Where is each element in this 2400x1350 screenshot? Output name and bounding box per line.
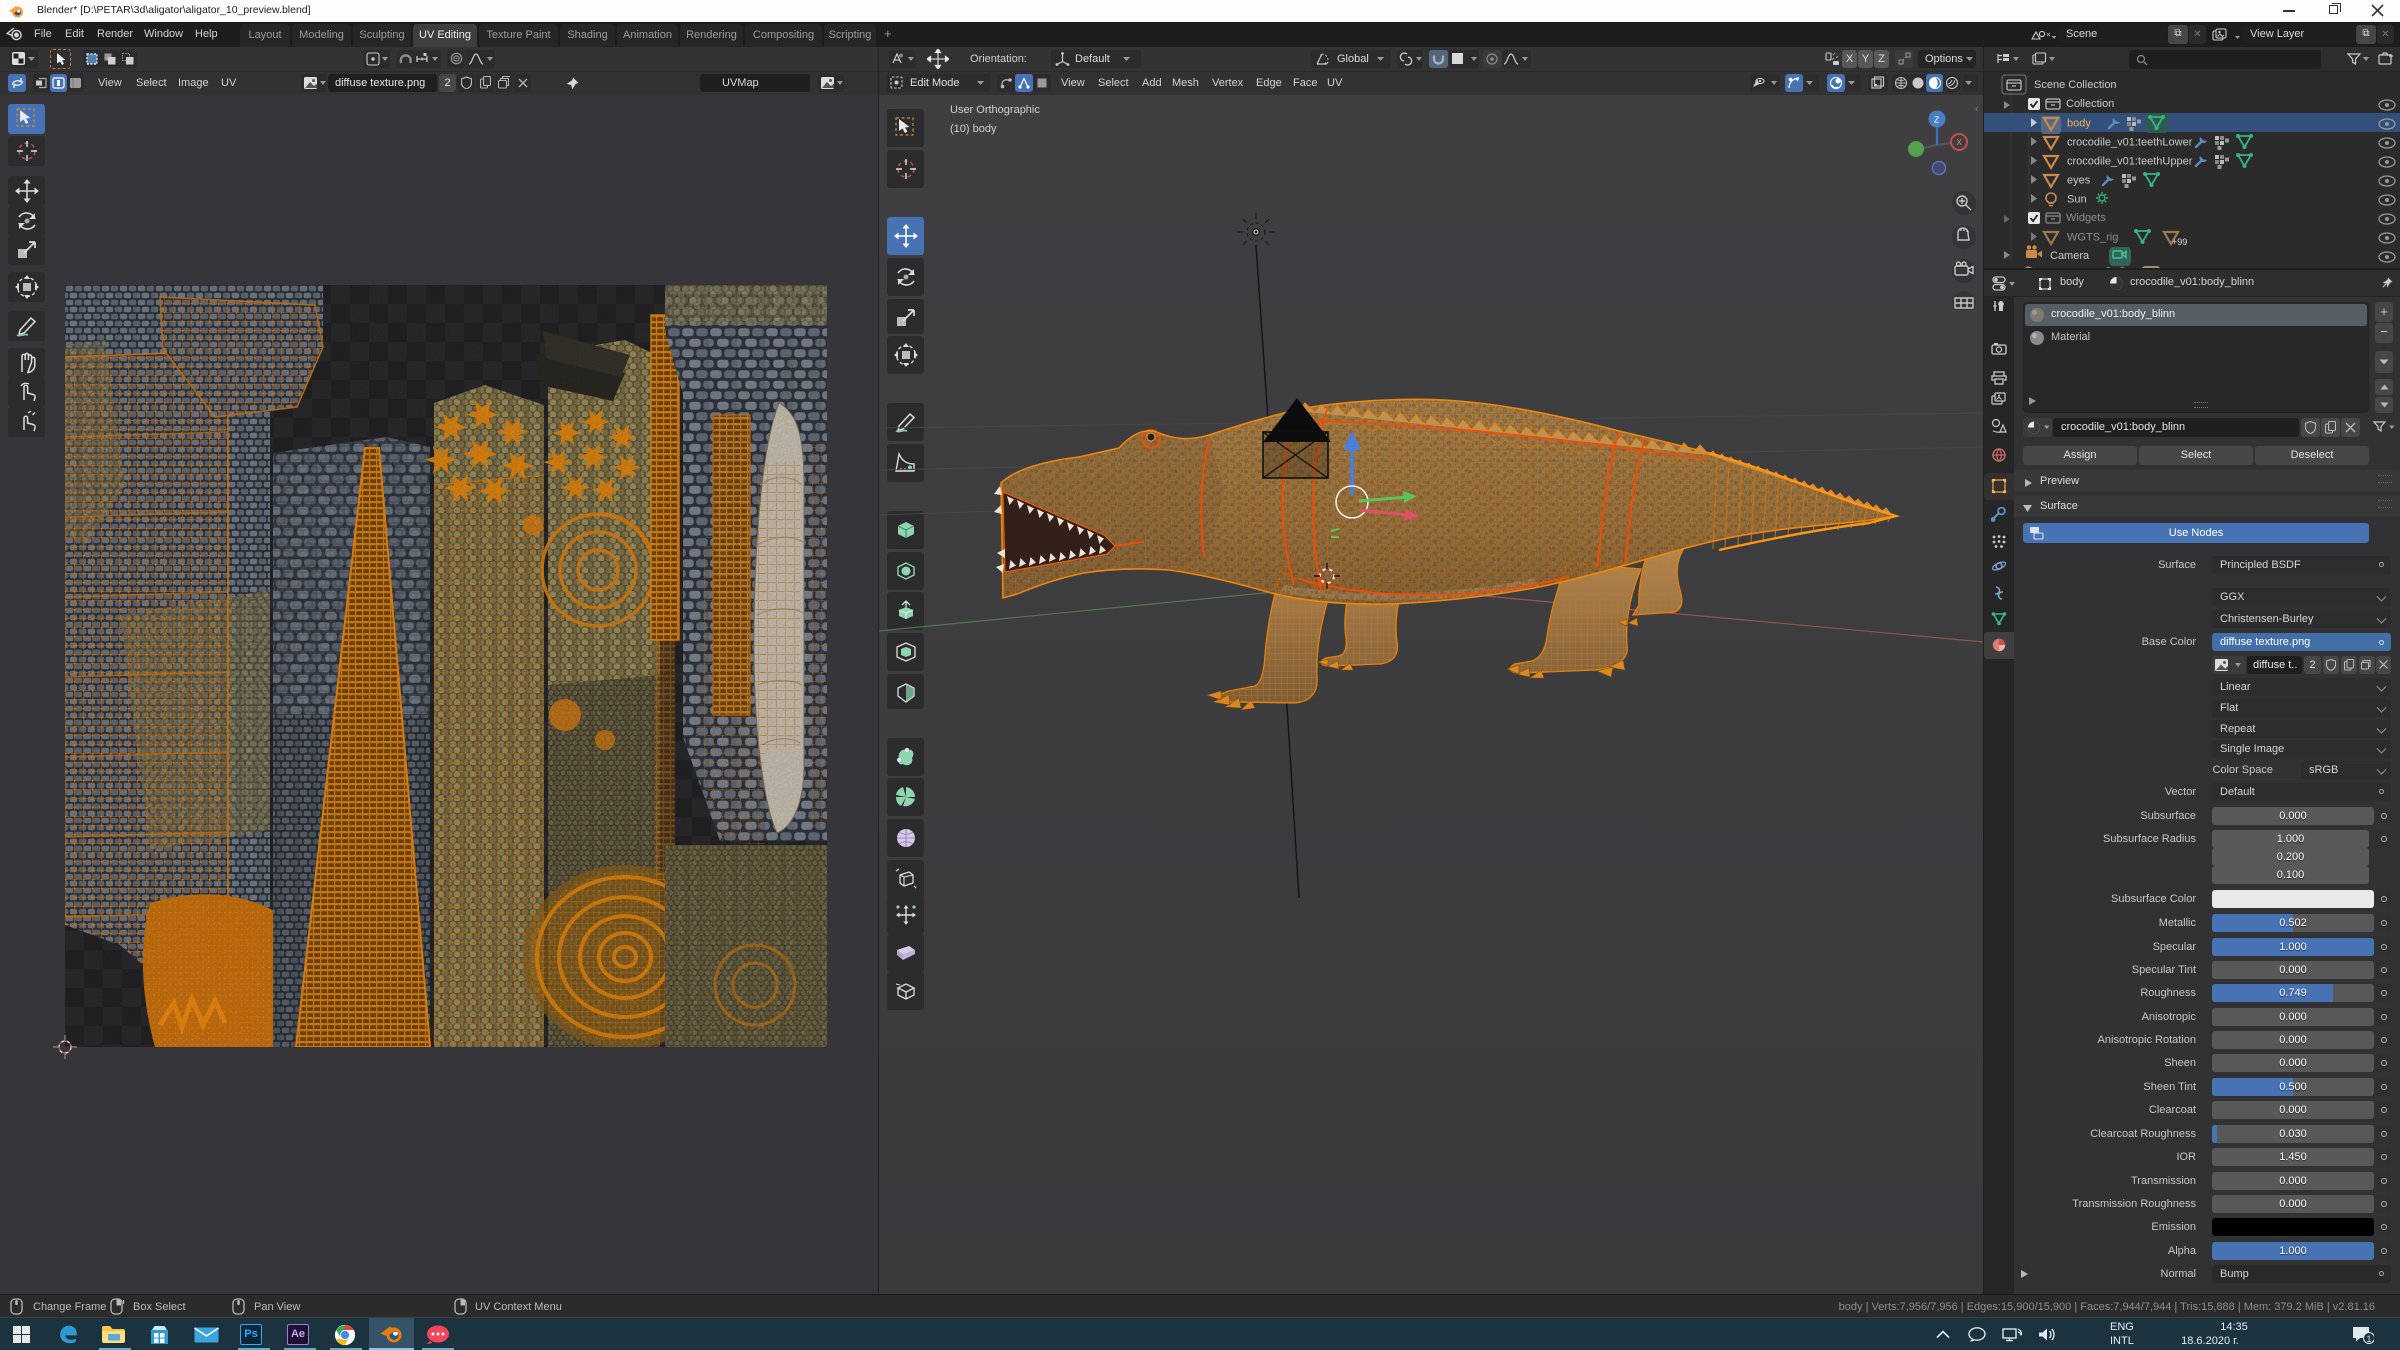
svg-text:Sun: Sun [2067,194,2087,206]
svg-text:Collection: Collection [2066,98,2114,110]
svg-text:Camera: Camera [2050,250,2090,262]
svg-text:Scene Collection: Scene Collection [2034,79,2117,91]
svg-text:crocodile_v01:teethUpper: crocodile_v01:teethUpper [2067,156,2193,168]
svg-text:WGTS_rig: WGTS_rig [2067,232,2118,244]
svg-text:crocodile_v01:teethLower: crocodile_v01:teethLower [2067,137,2193,149]
svg-text:Widgets: Widgets [2066,212,2106,224]
svg-text:+99: +99 [2172,237,2187,247]
svg-text:X: X [1957,138,1963,147]
svg-text:eyes: eyes [2067,175,2091,187]
svg-text:1: 1 [2367,1334,2372,1344]
svg-text:Z: Z [1934,115,1939,125]
svg-text:body: body [2067,118,2091,130]
